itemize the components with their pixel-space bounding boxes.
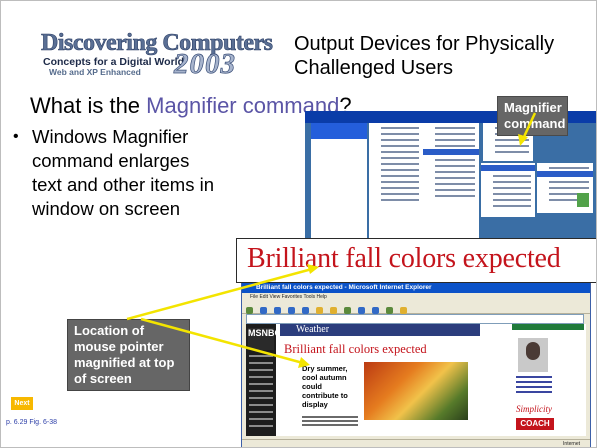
question-heading: What is the Magnifier command? — [30, 93, 352, 119]
web-page: MSNBC Weather Brilliant fall colors expe… — [246, 324, 586, 436]
autumn-photo — [364, 362, 468, 420]
stop-icon — [274, 307, 281, 314]
print-icon — [386, 307, 393, 314]
side-panel-links — [516, 376, 552, 396]
folder-icon — [400, 307, 407, 314]
bullet-text: Windows Magnifier command enlarges text … — [32, 126, 215, 219]
page-headline: Brilliant fall colors expected — [284, 342, 427, 356]
browser-address-bar — [246, 314, 584, 324]
section-title: Weather — [296, 324, 330, 335]
site-logo: MSNBC — [248, 328, 281, 350]
status-zone: Internet — [563, 441, 580, 447]
side-panel-header — [512, 324, 584, 330]
magnified-text: Brilliant fall colors expected — [247, 243, 561, 274]
slide-title: Output Devices for Physically Challenged… — [294, 33, 555, 79]
magnifier-command-callout: Magnifier command — [497, 96, 568, 136]
page-story: Dry summer, cool autumn could contribute… — [302, 364, 348, 409]
start-menu-accent — [577, 193, 589, 207]
mail-icon — [372, 307, 379, 314]
photo-caption-lines — [302, 416, 358, 430]
browser-menu-bar: File Edit View Favorites Tools Help — [250, 294, 327, 300]
mouse-location-callout: Location of mouse pointer magnified at t… — [67, 319, 190, 391]
start-menu-user — [311, 123, 367, 139]
next-button[interactable]: Next — [11, 397, 33, 410]
home-icon — [302, 307, 309, 314]
browser-toolbar — [242, 301, 590, 314]
media-icon — [344, 307, 351, 314]
person-photo — [518, 338, 548, 372]
bullet-symbol: • — [13, 128, 19, 145]
start-menu-pinned-list — [369, 123, 423, 253]
browser-title-text: Brilliant fall colors expected - Microso… — [256, 284, 432, 291]
start-menu-accessories-list — [481, 163, 535, 217]
site-sidebar: MSNBC — [246, 324, 281, 436]
side-brand-2: COACH — [516, 418, 554, 430]
side-brand-1: Simplicity — [516, 404, 552, 414]
magnifier-window: Brilliant fall colors expected — [236, 238, 596, 283]
logo-subtitle: Concepts for a Digital World — [43, 56, 184, 68]
slide: Discovering Computers Concepts for a Dig… — [0, 0, 597, 448]
page-reference-link[interactable]: p. 6.29 Fig. 6-38 — [6, 419, 57, 426]
favorites-icon — [330, 307, 337, 314]
start-menu-programs-list — [423, 123, 479, 243]
browser-status-bar: Internet — [242, 439, 590, 447]
search-icon — [316, 307, 323, 314]
browser-titlebar: Brilliant fall colors expected - Microso… — [242, 283, 590, 293]
logo-year: 2003 — [174, 48, 236, 80]
logo-edition: Web and XP Enhanced — [49, 67, 141, 77]
refresh-icon — [288, 307, 295, 314]
forward-icon — [260, 307, 267, 314]
question-prefix: What is the — [30, 93, 147, 118]
back-icon — [246, 307, 253, 314]
side-panel: Simplicity COACH — [512, 324, 584, 436]
start-menu-left-pane — [311, 123, 367, 257]
logo-title: Discovering Computers — [41, 30, 274, 56]
history-icon — [358, 307, 365, 314]
